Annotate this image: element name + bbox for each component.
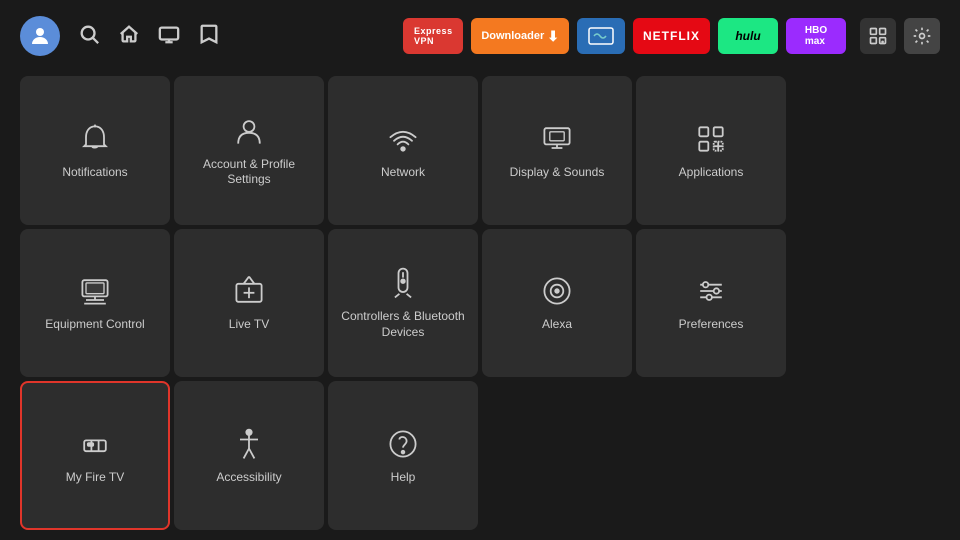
help-label: Help: [391, 470, 416, 486]
applications-tile[interactable]: Applications: [636, 76, 786, 225]
empty-bot-1: [482, 381, 632, 530]
account-tile[interactable]: Account & Profile Settings: [174, 76, 324, 225]
topbar-apps: ExpressVPN Downloader ⬇ NETFLIX hulu HBO…: [403, 18, 940, 54]
empty-top-right: [790, 76, 940, 225]
settings-btn[interactable]: [904, 18, 940, 54]
topbar-left: [20, 16, 220, 56]
settings-grid: Notifications Account & Profile Settings…: [0, 72, 960, 540]
accessibility-label: Accessibility: [216, 470, 281, 486]
display-label: Display & Sounds: [510, 165, 605, 181]
search-icon[interactable]: [78, 23, 100, 50]
hbomax-btn[interactable]: HBOmax: [786, 18, 846, 54]
home-icon[interactable]: [118, 23, 140, 50]
preferences-tile[interactable]: Preferences: [636, 229, 786, 378]
accessibility-tile[interactable]: Accessibility: [174, 381, 324, 530]
livetv-label: Live TV: [229, 317, 269, 333]
controllers-tile[interactable]: Controllers & Bluetooth Devices: [328, 229, 478, 378]
network-tile[interactable]: Network: [328, 76, 478, 225]
grid-add-btn[interactable]: [860, 18, 896, 54]
equipment-tile[interactable]: Equipment Control: [20, 229, 170, 378]
netflix-btn[interactable]: NETFLIX: [633, 18, 710, 54]
alexa-tile[interactable]: Alexa: [482, 229, 632, 378]
empty-bot-3: [790, 381, 940, 530]
livetv-tile[interactable]: Live TV: [174, 229, 324, 378]
myfiretv-label: My Fire TV: [66, 470, 124, 486]
network-label: Network: [381, 165, 425, 181]
empty-mid-right: [790, 229, 940, 378]
topbar: ExpressVPN Downloader ⬇ NETFLIX hulu HBO…: [0, 0, 960, 72]
alexa-label: Alexa: [542, 317, 572, 333]
preferences-label: Preferences: [679, 317, 744, 333]
help-tile[interactable]: Help: [328, 381, 478, 530]
tv-nav-icon[interactable]: [158, 23, 180, 50]
empty-bot-2: [636, 381, 786, 530]
hulu-btn[interactable]: hulu: [718, 18, 778, 54]
notifications-label: Notifications: [62, 165, 127, 181]
controllers-label: Controllers & Bluetooth Devices: [338, 309, 468, 340]
display-tile[interactable]: Display & Sounds: [482, 76, 632, 225]
applications-label: Applications: [679, 165, 744, 181]
downloader-btn[interactable]: Downloader ⬇: [471, 18, 569, 54]
bookmark-icon[interactable]: [198, 23, 220, 50]
avatar[interactable]: [20, 16, 60, 56]
notifications-tile[interactable]: Notifications: [20, 76, 170, 225]
expressvpn-btn[interactable]: ExpressVPN: [403, 18, 463, 54]
myfiretv-tile[interactable]: My Fire TV: [20, 381, 170, 530]
topbar-icons: [860, 18, 940, 54]
esign-btn[interactable]: [577, 18, 625, 54]
equipment-label: Equipment Control: [45, 317, 144, 333]
account-label: Account & Profile Settings: [184, 157, 314, 188]
